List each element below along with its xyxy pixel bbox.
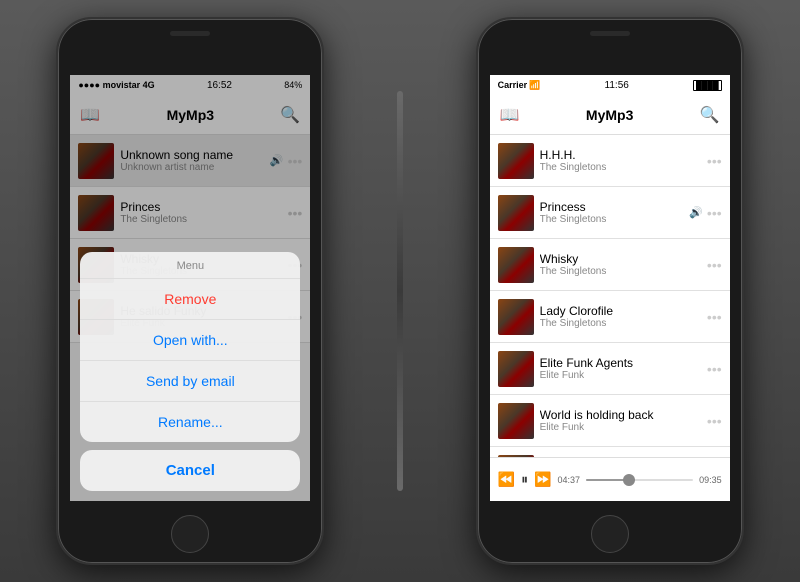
total-time: 09:35 [699,475,722,485]
right-phone: Carrier 📶 11:56 ████ 📖 MyMp3 🔍 [476,17,744,565]
right-name-1: H.H.H. [540,148,701,162]
right-carrier: Carrier 📶 [498,80,541,91]
right-actions-2: 🔊 ••• [689,206,721,220]
right-name-3: Whisky [540,252,701,266]
right-thumb-1 [498,143,534,179]
right-thumb-4 [498,299,534,335]
right-song-item-3[interactable]: Whisky The Singletons ••• [490,239,730,291]
right-song-item-4[interactable]: Lady Clorofile The Singletons ••• [490,291,730,343]
battery-level: ████ [693,80,722,91]
right-status-bar: Carrier 📶 11:56 ████ [490,75,730,95]
right-battery: ████ [693,80,722,91]
right-artist-2: The Singletons [540,214,684,225]
right-artist-1: The Singletons [540,162,701,173]
right-thumb-6 [498,403,534,439]
right-more-4[interactable]: ••• [707,310,722,324]
right-info-6: World is holding back Elite Funk [534,408,707,433]
right-name-2: Princess [540,200,684,214]
right-search-icon[interactable]: 🔍 [700,105,720,125]
left-screen: ●●●● movistar 4G 16:52 84% 📖 MyMp3 🔍 [70,75,310,501]
right-name-6: World is holding back [540,408,701,422]
action-sheet-title: Menu [80,252,300,279]
right-nav-title: MyMp3 [586,107,633,123]
right-song-list: H.H.H. The Singletons ••• Princess The S… [490,135,730,457]
action-send-email[interactable]: Send by email [80,361,300,402]
right-song-item-7[interactable]: Buena Vida Elite Funk ••• [490,447,730,457]
right-song-item-1[interactable]: H.H.H. The Singletons ••• [490,135,730,187]
right-info-2: Princess The Singletons [534,200,690,225]
action-sheet: Menu Remove Open with... Send by email R… [80,252,300,491]
right-info-5: Elite Funk Agents Elite Funk [534,356,707,381]
right-info-3: Whisky The Singletons [534,252,707,277]
action-rename[interactable]: Rename... [80,402,300,442]
right-thumb-5 [498,351,534,387]
progress-bar[interactable] [586,479,693,481]
right-time: 11:56 [605,80,629,91]
right-nav-bar: 📖 MyMp3 🔍 [490,95,730,135]
scene: ●●●● movistar 4G 16:52 84% 📖 MyMp3 🔍 [0,0,800,582]
cancel-button[interactable]: Cancel [80,450,300,491]
right-screen: Carrier 📶 11:56 ████ 📖 MyMp3 🔍 [490,75,730,501]
right-book-icon[interactable]: 📖 [500,105,520,125]
right-artist-3: The Singletons [540,266,701,277]
context-menu-overlay: Menu Remove Open with... Send by email R… [70,75,310,501]
rewind-btn[interactable]: ⏪ [498,471,515,488]
player-bar: ⏪ ⏸ ⏩ 04:37 09:35 [490,457,730,501]
right-name-4: Lady Clorofile [540,304,701,318]
left-phone: ●●●● movistar 4G 16:52 84% 📖 MyMp3 🔍 [56,17,324,565]
right-info-4: Lady Clorofile The Singletons [534,304,707,329]
right-artist-6: Elite Funk [540,422,701,433]
action-sheet-cancel: Cancel [80,450,300,491]
right-more-6[interactable]: ••• [707,414,722,428]
right-artist-5: Elite Funk [540,370,701,381]
action-open-with[interactable]: Open with... [80,320,300,361]
right-artist-4: The Singletons [540,318,701,329]
right-more-1[interactable]: ••• [707,154,722,168]
forward-btn[interactable]: ⏩ [534,471,551,488]
current-time: 04:37 [558,475,581,485]
phone-divider [397,91,403,491]
right-song-item-5[interactable]: Elite Funk Agents Elite Funk ••• [490,343,730,395]
right-info-1: H.H.H. The Singletons [534,148,707,173]
right-more-2[interactable]: ••• [707,206,722,220]
action-remove[interactable]: Remove [80,279,300,320]
progress-thumb[interactable] [623,474,635,486]
action-sheet-main: Menu Remove Open with... Send by email R… [80,252,300,442]
right-thumb-2 [498,195,534,231]
right-speaker-2: 🔊 [689,206,703,219]
pause-btn[interactable]: ⏸ [521,471,528,488]
right-song-item-6[interactable]: World is holding back Elite Funk ••• [490,395,730,447]
right-more-5[interactable]: ••• [707,362,722,376]
right-name-5: Elite Funk Agents [540,356,701,370]
right-more-3[interactable]: ••• [707,258,722,272]
right-thumb-3 [498,247,534,283]
right-song-item-2[interactable]: Princess The Singletons 🔊 ••• [490,187,730,239]
